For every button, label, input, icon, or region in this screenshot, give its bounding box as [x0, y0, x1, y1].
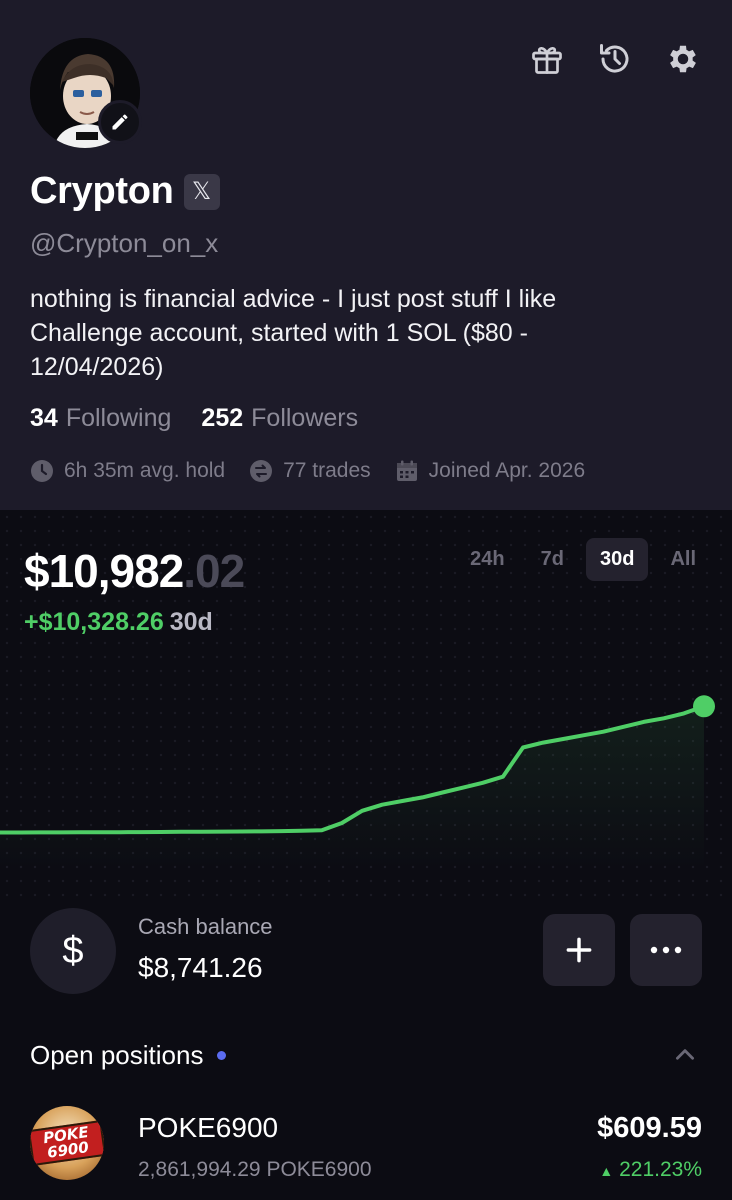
token-amount: 2,861,994.29 POKE6900: [138, 1158, 372, 1181]
portfolio-line-chart[interactable]: [0, 670, 732, 870]
stat-avg-hold: 6h 35m avg. hold: [30, 459, 225, 483]
edit-avatar-button[interactable]: [98, 100, 142, 144]
more-options-button[interactable]: [630, 914, 702, 986]
dollar-icon: $: [30, 908, 116, 994]
change-amount: +$10,328.26: [24, 608, 164, 636]
followers-count: 252: [201, 404, 244, 432]
portfolio-balance: $10,982.02: [24, 544, 245, 598]
up-arrow-icon: ▲: [599, 1163, 614, 1179]
following-label: Following: [65, 404, 172, 432]
plus-icon: [566, 937, 592, 963]
stat-joined: Joined Apr. 2026: [395, 459, 585, 483]
profile-name: Crypton: [30, 170, 174, 212]
cash-value: $8,741.26: [138, 952, 263, 983]
open-positions-header: Open positions: [30, 1040, 227, 1071]
chart-end-point: [693, 695, 715, 718]
avg-hold-text: 6h 35m avg. hold: [64, 459, 226, 482]
portfolio-chart-section: $10,982.02 +$10,328.26 30d 24h 7d 30d All: [0, 510, 732, 900]
bio-line: 12/04/2026): [30, 353, 164, 381]
pencil-icon: [112, 114, 128, 130]
followers-link[interactable]: 252 Followers: [201, 404, 358, 433]
stat-trades: 77 trades: [249, 459, 371, 483]
balance-cents: .02: [183, 545, 245, 597]
ellipsis-icon: [650, 946, 682, 954]
history-icon[interactable]: [596, 40, 634, 78]
range-7d[interactable]: 7d: [527, 538, 578, 581]
token-change: ▲ 221.23%: [599, 1158, 702, 1182]
token-value: $609.59: [597, 1112, 702, 1144]
followers-label: Followers: [251, 404, 359, 432]
token-logo-text: POKE 6900: [30, 1120, 104, 1166]
following-link[interactable]: 34 Following: [30, 404, 171, 433]
token-name: POKE6900: [138, 1112, 279, 1143]
following-count: 34: [30, 404, 58, 432]
status-dot: [217, 1051, 227, 1060]
position-row[interactable]: POKE 6900 POKE6900 2,861,994.29 POKE6900…: [0, 1100, 732, 1200]
deposit-button[interactable]: [543, 914, 615, 986]
open-positions-title: Open positions: [30, 1040, 204, 1070]
clock-icon: [30, 459, 54, 483]
gear-icon[interactable]: [664, 40, 702, 78]
trades-text: 77 trades: [283, 459, 371, 482]
swap-icon: [249, 459, 273, 483]
range-24h[interactable]: 24h: [456, 538, 518, 581]
portfolio-change: +$10,328.26 30d: [24, 608, 213, 637]
profile-handle: @Crypton_on_x: [30, 228, 219, 258]
range-all[interactable]: All: [656, 538, 710, 581]
profile-bio: nothing is financial advice - I just pos…: [30, 282, 690, 384]
bio-line: Challenge account, started with 1 SOL ($…: [30, 319, 528, 347]
calendar-icon: [395, 459, 419, 483]
joined-text: Joined Apr. 2026: [428, 459, 586, 482]
balance-whole: $10,982: [24, 545, 184, 597]
token-change-text: 221.23%: [619, 1158, 702, 1181]
x-logo-icon[interactable]: 𝕏: [183, 173, 220, 210]
bio-line: nothing is financial advice - I just pos…: [30, 285, 557, 313]
token-logo: POKE 6900: [30, 1106, 104, 1180]
profile-header: Crypton 𝕏 @Crypton_on_x nothing is finan…: [0, 0, 732, 510]
gift-icon[interactable]: [528, 40, 566, 78]
collapse-chevron-icon[interactable]: [672, 1042, 698, 1073]
range-selector: 24h 7d 30d All: [456, 538, 710, 581]
cash-balance-row: $ Cash balance $8,741.26: [0, 900, 732, 1000]
cash-label: Cash balance: [138, 914, 273, 939]
change-period: 30d: [169, 608, 213, 636]
range-30d[interactable]: 30d: [585, 538, 649, 581]
